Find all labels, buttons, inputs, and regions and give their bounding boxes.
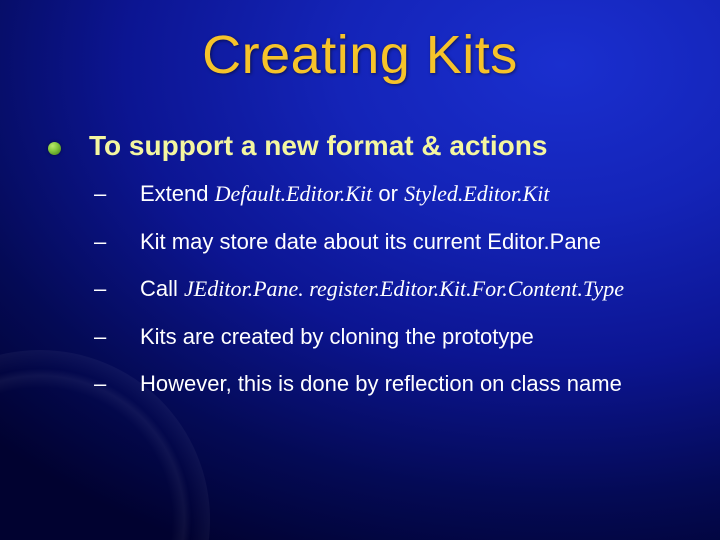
dash-icon: – bbox=[94, 180, 118, 208]
slide: Creating Kits To support a new format & … bbox=[0, 0, 720, 540]
list-item-text: However, this is done by reflection on c… bbox=[140, 370, 690, 398]
list-item-text: Kits are created by cloning the prototyp… bbox=[140, 323, 690, 351]
bullet-heading: To support a new format & actions bbox=[48, 130, 690, 162]
list-item-text: Kit may store date about its current Edi… bbox=[140, 228, 690, 256]
text-segment: However, this is done by reflection on c… bbox=[140, 371, 622, 396]
list-item: – However, this is done by reflection on… bbox=[94, 370, 690, 398]
code-segment: JEditor.Pane. register.Editor.Kit.For.Co… bbox=[184, 276, 624, 301]
text-segment: Call bbox=[140, 276, 184, 301]
disc-icon bbox=[48, 142, 61, 155]
list-item-text: Call JEditor.Pane. register.Editor.Kit.F… bbox=[140, 275, 690, 303]
code-segment: Styled.Editor.Kit bbox=[404, 181, 549, 206]
code-segment: Default.Editor.Kit bbox=[215, 181, 373, 206]
list-item: – Call JEditor.Pane. register.Editor.Kit… bbox=[94, 275, 690, 303]
text-segment: Kits are created by cloning the prototyp… bbox=[140, 324, 534, 349]
slide-title: Creating Kits bbox=[0, 24, 720, 86]
heading-text: To support a new format & actions bbox=[89, 130, 547, 162]
list-item: – Kit may store date about its current E… bbox=[94, 228, 690, 256]
dash-icon: – bbox=[94, 228, 118, 256]
text-segment: or bbox=[372, 181, 404, 206]
list-item-text: Extend Default.Editor.Kit or Styled.Edit… bbox=[140, 180, 690, 208]
content-block: To support a new format & actions – Exte… bbox=[48, 130, 690, 418]
text-segment: Extend bbox=[140, 181, 215, 206]
list-item: – Extend Default.Editor.Kit or Styled.Ed… bbox=[94, 180, 690, 208]
dash-icon: – bbox=[94, 323, 118, 351]
dash-icon: – bbox=[94, 370, 118, 398]
text-segment: Kit may store date about its current Edi… bbox=[140, 229, 601, 254]
dash-icon: – bbox=[94, 275, 118, 303]
subitem-list: – Extend Default.Editor.Kit or Styled.Ed… bbox=[94, 180, 690, 398]
list-item: – Kits are created by cloning the protot… bbox=[94, 323, 690, 351]
